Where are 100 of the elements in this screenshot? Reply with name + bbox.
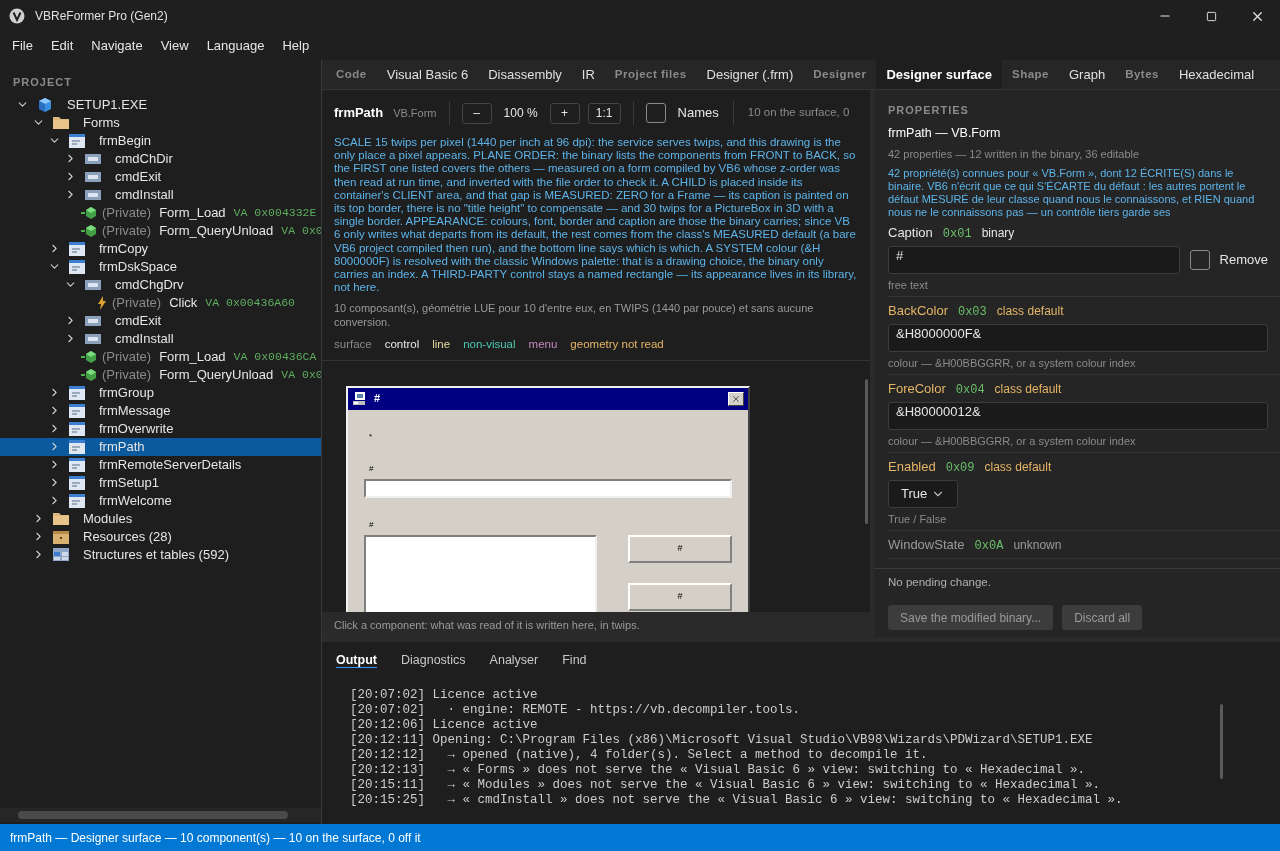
window-icon [69, 403, 85, 418]
tree-item[interactable]: cmdInstall [0, 185, 321, 204]
button-control-icon [85, 278, 101, 291]
tree-item[interactable]: Structures et tables (592) [0, 545, 321, 564]
tree-item[interactable]: (Private) Form_Load VA 0x004332E [0, 203, 321, 222]
tree-item[interactable]: frmMessage [0, 401, 321, 420]
menu-item[interactable]: Navigate [82, 36, 152, 56]
property-source: class default [996, 302, 1064, 319]
tree-item[interactable]: frmBegin [0, 131, 321, 150]
tab-group-label[interactable]: Designer [803, 60, 877, 89]
tree-label: Click [169, 293, 198, 312]
tree-label: cmdExit [115, 167, 162, 186]
log-line: [20:15:11] → « Modules » does not serve the « Visual Basic 6 » view: switching to « Hexadecimal ». [350, 777, 1102, 793]
window-icon [69, 259, 85, 274]
tab[interactable]: Diagnostics [390, 651, 476, 670]
legend-item: surface [334, 337, 372, 353]
scrollbar[interactable] [1220, 704, 1223, 779]
tree-item[interactable]: Modules [0, 509, 321, 528]
property-field[interactable]: # [888, 245, 1180, 274]
menu-item[interactable]: Help [273, 36, 319, 56]
scrollbar[interactable] [865, 378, 868, 524]
legend-item: menu [528, 337, 558, 353]
tree-item[interactable]: frmRemoteServerDetails [0, 455, 321, 474]
tree-item[interactable]: frmWelcome [0, 491, 321, 510]
tab[interactable]: IR [571, 60, 605, 89]
tree-item[interactable]: (Private) Form_Load VA 0x00436CA [0, 347, 321, 366]
button-control-icon [85, 332, 101, 345]
actual-size-button[interactable]: 1:1 [587, 102, 621, 124]
window-icon [69, 475, 85, 490]
tree-item[interactable]: frmGroup [0, 383, 321, 402]
remove-checkbox[interactable] [1189, 249, 1210, 270]
tree-label: cmdChgDrv [115, 275, 184, 294]
log-line: [20:07:02] Licence active [350, 687, 539, 703]
tab[interactable]: Visual Basic 6 [376, 60, 479, 89]
summary-text: 10 composant(s), géométrie LUE pour 10 d'entre eux, en TWIPS (1440 par pouce) et sans aucune conversion. [333, 302, 815, 330]
names-checkbox[interactable] [645, 103, 666, 123]
property-code: 0x0A [974, 537, 1004, 554]
property-source: class default [984, 458, 1052, 475]
property-hint: colour — &H00BBGGRR, or a system colour index [888, 433, 1137, 448]
save-button[interactable]: Save the modified binary... [888, 605, 1054, 631]
tab[interactable]: Graph [1059, 60, 1116, 89]
tree-item[interactable]: Resources (28) [0, 527, 321, 546]
tab[interactable]: Designer surface [876, 60, 1002, 89]
scrollbar[interactable] [0, 808, 321, 822]
tab[interactable]: Disassembly [478, 60, 572, 89]
tree-item[interactable]: SETUP1.EXE [0, 95, 321, 114]
tab-group-label[interactable]: Project files [604, 60, 697, 89]
property-field[interactable]: &H80000012& [888, 401, 1268, 430]
tree-label: frmCopy [99, 239, 149, 258]
scope-label: (Private) [102, 347, 152, 366]
tab-group-label[interactable]: Shape [1001, 60, 1059, 89]
tree-label: Form_QueryUnload [159, 365, 274, 384]
tree-item[interactable]: cmdChgDrv [0, 275, 321, 294]
tree-item[interactable]: cmdExit [0, 167, 321, 186]
property-code: 0x04 [955, 381, 985, 398]
property-name: ForeColor [888, 380, 946, 397]
component-count: 10 on the surface, 0 [747, 105, 850, 121]
tab-group-label[interactable]: Code [326, 60, 377, 89]
properties-title: frmPath — VB.Form [888, 124, 1002, 142]
tree-item[interactable]: cmdInstall [0, 329, 321, 348]
window-icon [69, 457, 85, 472]
tree-label: frmPath [99, 437, 145, 456]
form-label: # [369, 463, 374, 474]
menu-item[interactable]: Language [197, 36, 274, 56]
tree-label: frmOverwrite [99, 419, 174, 438]
legend-item: geometry not read [570, 337, 664, 353]
property-hint: colour — &H00BBGGRR, or a system colour index [888, 355, 1137, 370]
property-name: Enabled [888, 458, 936, 475]
tab[interactable]: Analyser [479, 651, 549, 670]
tab[interactable]: Hexadecimal [1168, 60, 1265, 89]
zoom-in-button[interactable]: + [549, 102, 580, 124]
window-title: VBReFormer Pro (Gen2) [35, 8, 169, 25]
tree-item[interactable]: frmCopy [0, 239, 321, 258]
discard-button[interactable]: Discard all [1062, 605, 1143, 631]
button-control-icon [85, 170, 101, 183]
tree-item[interactable]: frmPath [0, 437, 321, 456]
method-icon [81, 350, 97, 363]
zoom-out-button[interactable]: – [461, 102, 492, 124]
properties-stats: 42 properties — 12 written in the binary, 36 editable [888, 147, 1141, 163]
tab-group-label[interactable]: Bytes [1115, 60, 1169, 89]
tree-label: Structures et tables (592) [83, 545, 229, 564]
menu-item[interactable]: File [3, 36, 42, 56]
tree-item[interactable]: cmdChDir [0, 149, 321, 168]
tree-item[interactable]: (Private) Click VA 0x00436A60 [0, 293, 321, 312]
menu-item[interactable]: View [151, 36, 198, 56]
tree-item[interactable]: frmOverwrite [0, 419, 321, 438]
property-select[interactable]: True [888, 479, 958, 508]
property-field[interactable]: &H8000000F& [888, 323, 1268, 352]
tree-label: cmdExit [115, 311, 162, 330]
tab[interactable]: Output [326, 651, 387, 670]
tab[interactable]: Designer (.frm) [696, 60, 804, 89]
menu-item[interactable]: Edit [41, 36, 83, 56]
tree-item[interactable]: frmSetup1 [0, 473, 321, 492]
button-control-icon [85, 152, 101, 165]
tree-item[interactable]: frmDskSpace [0, 257, 321, 276]
tree-item[interactable]: cmdExit [0, 311, 321, 330]
tree-label: Forms [83, 113, 120, 132]
tree-item[interactable]: Forms [0, 113, 321, 132]
property-source: class default [994, 380, 1062, 397]
tab[interactable]: Find [552, 651, 597, 670]
